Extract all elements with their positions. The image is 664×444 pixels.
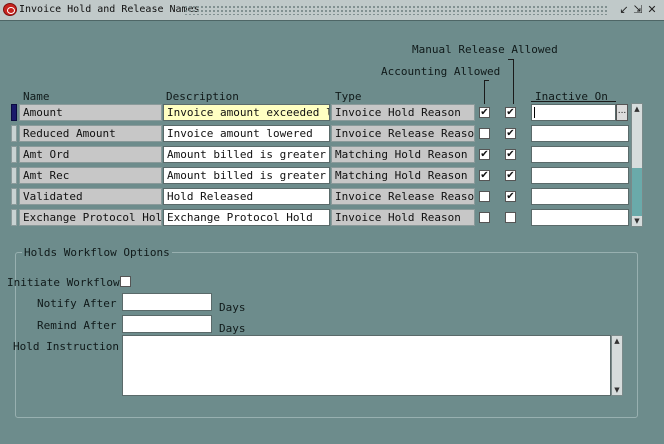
table-scrollbar[interactable]: ▲ ▼ — [631, 103, 643, 227]
row-selector[interactable] — [11, 209, 17, 226]
inactive-on-input[interactable] — [531, 209, 629, 226]
header-description: Description — [166, 90, 239, 103]
type-cell[interactable]: Matching Hold Reason — [331, 146, 475, 163]
name-cell[interactable]: Exchange Protocol Hold — [19, 209, 162, 226]
name-cell[interactable]: Amt Ord — [19, 146, 162, 163]
notify-after-input[interactable] — [122, 293, 212, 311]
oracle-logo-icon — [3, 3, 17, 16]
initiate-workflow-checkbox[interactable] — [120, 276, 131, 287]
window-titlebar[interactable]: Invoice Hold and Release Names ↙ ⇲ ✕ — [0, 0, 664, 21]
text-caret — [534, 107, 535, 118]
accounting-allowed-checkbox[interactable]: ✔ — [479, 149, 490, 160]
type-cell[interactable]: Invoice Hold Reason — [331, 209, 475, 226]
hold-instruction-label: Hold Instruction — [13, 340, 119, 353]
table-scroll-thumb[interactable] — [632, 168, 642, 216]
remind-after-label: Remind After — [37, 319, 117, 332]
manual-release-checkbox[interactable]: ✔ — [505, 170, 516, 181]
manual-release-checkbox[interactable]: ✔ — [505, 107, 516, 118]
inactive-on-input[interactable] — [531, 146, 629, 163]
close-icon[interactable]: ✕ — [646, 3, 658, 16]
header-type: Type — [335, 90, 362, 103]
inactive-header-underline — [531, 101, 616, 102]
row-selector[interactable] — [11, 146, 17, 163]
header-accounting-allowed: Accounting Allowed — [381, 65, 501, 78]
minimize-icon[interactable]: ↙ — [618, 3, 630, 16]
titlebar-drag-area[interactable] — [184, 5, 608, 15]
description-cell[interactable]: Amount billed is greater th — [163, 146, 330, 163]
instruction-scrollbar[interactable]: ▲ ▼ — [611, 335, 623, 396]
inactive-on-input[interactable] — [531, 167, 629, 184]
inactive-on-input[interactable] — [531, 104, 616, 121]
maximize-icon[interactable]: ⇲ — [632, 3, 644, 16]
hold-instruction-textarea[interactable] — [122, 335, 611, 396]
accounting-allowed-checkbox[interactable] — [479, 128, 490, 139]
description-cell[interactable]: Amount billed is greater th — [163, 167, 330, 184]
name-cell[interactable]: Validated — [19, 188, 162, 205]
manual-release-checkbox[interactable]: ✔ — [505, 149, 516, 160]
type-cell[interactable]: Invoice Hold Reason — [331, 104, 475, 121]
window-title: Invoice Hold and Release Names — [19, 4, 200, 15]
manual-release-checkbox[interactable]: ✔ — [505, 128, 516, 139]
date-lov-button[interactable]: ... — [616, 104, 628, 121]
accounting-allowed-checkbox[interactable] — [479, 212, 490, 223]
row-selector[interactable] — [11, 167, 17, 184]
manual-release-checkbox[interactable]: ✔ — [505, 191, 516, 202]
name-cell[interactable]: Amt Rec — [19, 167, 162, 184]
notify-days-unit: Days — [219, 301, 246, 314]
inactive-on-input[interactable] — [531, 125, 629, 142]
accounting-allowed-checkbox[interactable]: ✔ — [479, 170, 490, 181]
inactive-on-input[interactable] — [531, 188, 629, 205]
leader-accounting-vertical — [484, 80, 485, 104]
description-cell[interactable]: Exchange Protocol Hold — [163, 209, 330, 226]
type-cell[interactable]: Matching Hold Reason — [331, 167, 475, 184]
description-cell[interactable]: Invoice amount exceeded lim — [163, 104, 330, 121]
header-manual-release-allowed: Manual Release Allowed — [412, 43, 558, 56]
accounting-allowed-checkbox[interactable]: ✔ — [479, 107, 490, 118]
manual-release-checkbox[interactable] — [505, 212, 516, 223]
name-cell[interactable]: Reduced Amount — [19, 125, 162, 142]
row-selector[interactable] — [11, 125, 17, 142]
description-cell[interactable]: Hold Released — [163, 188, 330, 205]
scroll-down-icon[interactable]: ▼ — [632, 216, 642, 226]
name-cell[interactable]: Amount — [19, 104, 162, 121]
remind-after-input[interactable] — [122, 315, 212, 333]
type-cell[interactable]: Invoice Release Reason — [331, 125, 475, 142]
description-cell[interactable]: Invoice amount lowered — [163, 125, 330, 142]
instruction-scroll-down-icon[interactable]: ▼ — [612, 385, 622, 395]
instruction-scroll-up-icon[interactable]: ▲ — [612, 336, 622, 346]
notify-after-label: Notify After — [37, 297, 117, 310]
remind-days-unit: Days — [219, 322, 246, 335]
leader-manual-vertical — [513, 59, 514, 104]
initiate-workflow-label: Initiate Workflow — [7, 276, 120, 289]
type-cell[interactable]: Invoice Release Reason — [331, 188, 475, 205]
scroll-up-icon[interactable]: ▲ — [632, 104, 642, 114]
row-selector[interactable] — [11, 188, 17, 205]
holds-workflow-title: Holds Workflow Options — [22, 246, 172, 259]
header-name: Name — [23, 90, 50, 103]
row-selector[interactable] — [11, 104, 17, 121]
accounting-allowed-checkbox[interactable] — [479, 191, 490, 202]
